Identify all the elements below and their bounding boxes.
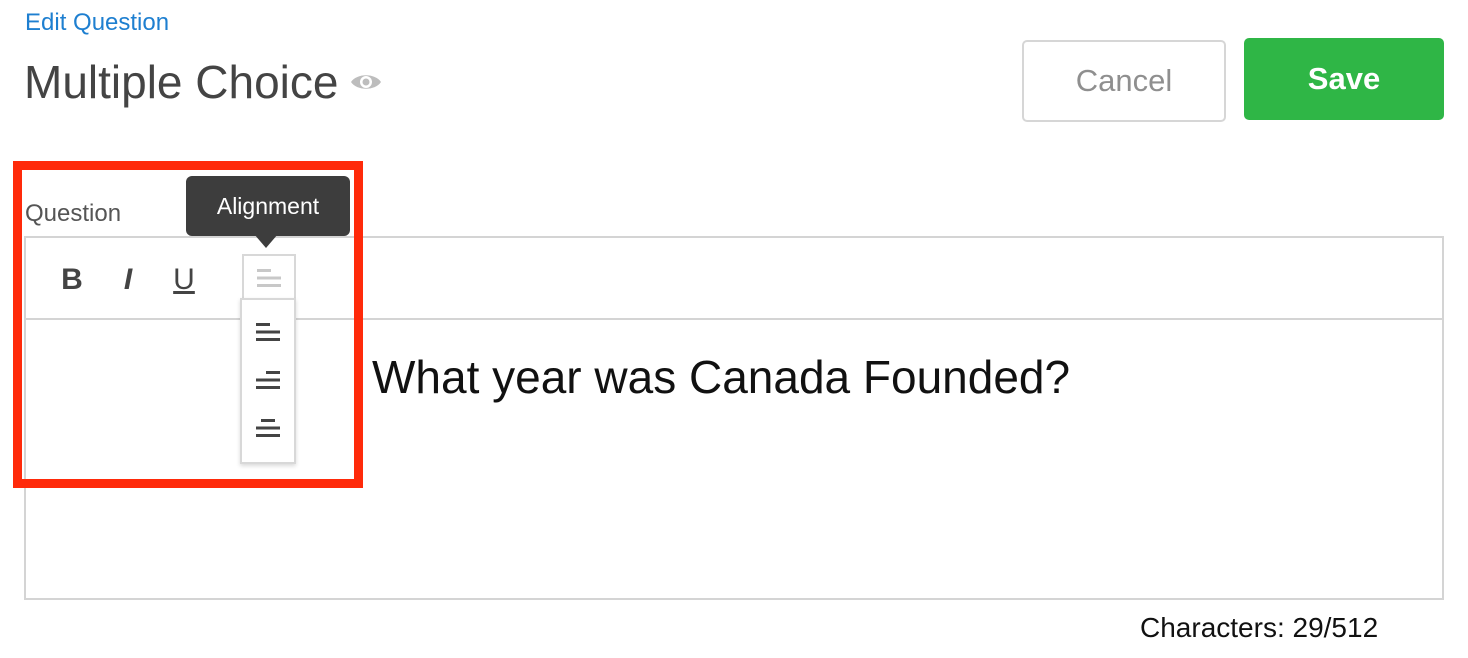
page-title: Multiple Choice [24, 55, 382, 109]
align-right-option[interactable] [242, 358, 294, 402]
tooltip-arrow [254, 234, 278, 248]
question-text[interactable]: What year was Canada Founded? [372, 350, 1070, 404]
alignment-button[interactable] [242, 254, 296, 302]
character-count: Characters: 29/512 [1140, 612, 1379, 643]
question-label: Question [25, 200, 122, 227]
editor-toolbar: B I U [26, 238, 1442, 320]
alignment-dropdown [240, 298, 296, 464]
align-left-option[interactable] [242, 310, 294, 354]
italic-button[interactable]: I [108, 260, 148, 300]
question-editor[interactable]: B I U What year was Canada Founded? [24, 236, 1444, 600]
save-button[interactable]: Save [1244, 38, 1444, 120]
alignment-tooltip: Alignment [186, 176, 350, 236]
page-title-text: Multiple Choice [24, 56, 339, 108]
align-center-option[interactable] [242, 406, 294, 450]
breadcrumb[interactable]: Edit Question [25, 9, 169, 37]
align-right-icon [254, 368, 282, 392]
align-center-icon [254, 416, 282, 440]
underline-button[interactable]: U [164, 260, 204, 300]
align-left-icon [255, 266, 283, 290]
bold-button[interactable]: B [52, 260, 92, 300]
cancel-button[interactable]: Cancel [1022, 40, 1226, 122]
align-left-icon [254, 320, 282, 344]
eye-icon[interactable] [350, 71, 382, 93]
